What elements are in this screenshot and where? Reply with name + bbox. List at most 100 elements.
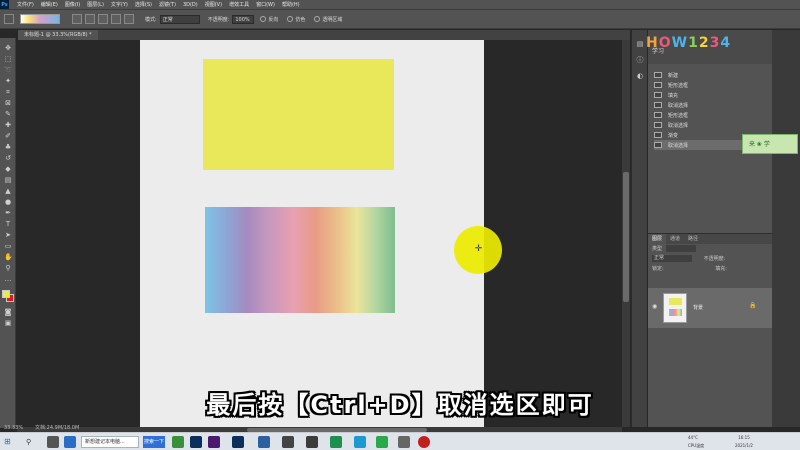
vertical-scrollbar[interactable] — [622, 40, 630, 427]
app-icon[interactable] — [354, 436, 366, 448]
layer-filter-select[interactable] — [665, 245, 696, 252]
windows-start-icon[interactable]: ⊞ — [4, 437, 14, 447]
foreground-color-swatch[interactable] — [2, 290, 10, 298]
app-icon[interactable] — [258, 436, 270, 448]
photoshop-logo-icon[interactable]: Ps — [0, 0, 9, 9]
menu-layer[interactable]: 图层(L) — [87, 1, 104, 8]
task-view-icon[interactable] — [47, 436, 59, 448]
menu-3d[interactable]: 3D(D) — [183, 2, 198, 8]
tab-layers[interactable]: 图层 — [648, 234, 667, 244]
premiere-app-icon[interactable] — [208, 436, 220, 448]
linear-gradient-icon[interactable] — [72, 14, 82, 24]
transparency-checkbox[interactable] — [314, 16, 321, 22]
menu-image[interactable]: 图像(I) — [65, 1, 80, 8]
eyedropper-tool-icon[interactable]: ✎ — [4, 110, 12, 118]
screen-mode-icon[interactable]: ▣ — [4, 319, 12, 327]
history-item[interactable]: 填充 — [654, 90, 766, 100]
history-item[interactable]: 取消选择 — [654, 100, 766, 110]
history-item[interactable]: 矩形选框 — [654, 110, 766, 120]
menu-view[interactable]: 视图(V) — [205, 1, 222, 8]
canvas-area[interactable]: ✛ — [17, 40, 630, 427]
layer-row-background[interactable]: ◉ 背景 🔒 — [648, 288, 772, 328]
marquee-tool-icon[interactable]: ⬚ — [4, 55, 12, 63]
menu-select[interactable]: 选择(S) — [135, 1, 152, 8]
diamond-gradient-icon[interactable] — [124, 14, 134, 24]
type-tool-icon[interactable]: T — [4, 220, 12, 228]
taskbar-search-icon[interactable]: ⚲ — [26, 437, 36, 447]
menu-window[interactable]: 窗口(W) — [256, 1, 275, 8]
brush-tool-icon[interactable]: ✐ — [4, 132, 12, 140]
hand-tool-icon[interactable]: ✋ — [4, 253, 13, 261]
layer-name[interactable]: 背景 — [693, 304, 703, 311]
radial-gradient-icon[interactable] — [85, 14, 95, 24]
pen-tool-icon[interactable]: ✒ — [4, 209, 12, 217]
document-canvas[interactable] — [140, 40, 484, 427]
lock-label: 锁定: — [652, 266, 664, 272]
history-item[interactable]: 矩形选框 — [654, 80, 766, 90]
history-state-icon — [654, 112, 662, 118]
quick-mask-icon[interactable]: ◙ — [4, 308, 12, 316]
gradient-tool-icon[interactable]: ▤ — [4, 176, 12, 184]
crop-tool-icon[interactable]: ⌗ — [4, 88, 12, 96]
document-info[interactable]: 文档:24.9M/18.0M — [35, 424, 79, 432]
vertical-scroll-thumb[interactable] — [623, 172, 629, 302]
zoom-tool-icon[interactable]: ⚲ — [4, 264, 12, 272]
rectangle-tool-icon[interactable]: ▭ — [4, 242, 12, 250]
browser-app-icon[interactable] — [64, 436, 76, 448]
dodge-tool-icon[interactable]: ● — [4, 198, 12, 206]
menu-help[interactable]: 帮助(H) — [282, 1, 300, 8]
dither-checkbox[interactable] — [287, 16, 294, 22]
app-icon[interactable] — [282, 436, 294, 448]
record-app-icon[interactable] — [418, 436, 430, 448]
site-watermark-logo: HOW1234 — [646, 35, 732, 51]
gradient-tool-preset-icon[interactable] — [4, 14, 14, 24]
mode-select[interactable]: 正常 — [159, 14, 200, 24]
document-tab[interactable]: 未标题-1 @ 33.3%(RGB/8) * — [18, 30, 98, 40]
adjust-panel-icon[interactable]: ◐ — [636, 72, 644, 80]
clone-stamp-icon[interactable]: ♣ — [4, 143, 12, 151]
zoom-level[interactable]: 33.33% — [4, 424, 23, 432]
eraser-tool-icon[interactable]: ◆ — [4, 165, 12, 173]
tab-paths[interactable]: 路径 — [684, 234, 702, 244]
menu-type[interactable]: 文字(Y) — [111, 1, 128, 8]
system-clock[interactable]: 16:15 2021/1/2 — [735, 434, 753, 450]
app-icon[interactable] — [172, 436, 184, 448]
menu-filter[interactable]: 滤镜(T) — [159, 1, 176, 8]
history-brush-icon[interactable]: ↺ — [4, 154, 12, 162]
history-item-label: 新建 — [668, 72, 679, 79]
reverse-checkbox[interactable] — [260, 16, 267, 22]
frame-tool-icon[interactable]: ⊠ — [4, 99, 12, 107]
healing-brush-icon[interactable]: ✚ — [4, 121, 12, 129]
menu-edit[interactable]: 编辑(E) — [41, 1, 58, 8]
lasso-tool-icon[interactable]: ➰ — [4, 66, 13, 74]
app-icon[interactable] — [330, 436, 342, 448]
blur-tool-icon[interactable]: ▲ — [4, 187, 12, 195]
info-panel-icon[interactable]: ⓘ — [636, 56, 644, 64]
learn-badge: 来 ❀ 学 — [742, 134, 798, 154]
history-item[interactable]: 新建 — [654, 70, 766, 80]
layer-kind-label[interactable]: 类型 — [652, 246, 662, 252]
tab-channels[interactable]: 通道 — [666, 234, 684, 244]
reflected-gradient-icon[interactable] — [111, 14, 121, 24]
taskbar-search-button[interactable]: 搜索一下 — [143, 436, 165, 448]
chrome-app-icon[interactable] — [376, 436, 388, 448]
visibility-eye-icon[interactable]: ◉ — [652, 303, 659, 310]
gradient-picker[interactable] — [20, 14, 60, 24]
history-panel-icon[interactable]: ▤ — [636, 40, 644, 48]
more-tools-icon[interactable]: … — [4, 275, 12, 283]
app-icon[interactable] — [306, 436, 318, 448]
photoshop-app-icon[interactable] — [232, 436, 244, 448]
history-item[interactable]: 取消选择 — [654, 120, 766, 130]
magic-wand-tool-icon[interactable]: ✦ — [4, 77, 12, 85]
collapsed-panels-strip: ▤ ⓘ ◐ — [631, 30, 647, 427]
menu-file[interactable]: 文件(F) — [17, 1, 34, 8]
app-icon[interactable] — [398, 436, 410, 448]
path-selection-icon[interactable]: ➤ — [4, 231, 12, 239]
menu-plugins[interactable]: 增效工具 — [229, 1, 249, 8]
opacity-input[interactable]: 100% — [232, 14, 255, 24]
blend-mode-select[interactable]: 正常 — [652, 255, 692, 262]
move-tool-icon[interactable]: ✥ — [4, 44, 12, 52]
photoshop-app-icon[interactable] — [190, 436, 202, 448]
taskbar-window-button[interactable]: 新想建记本电脑... — [81, 436, 139, 448]
angle-gradient-icon[interactable] — [98, 14, 108, 24]
